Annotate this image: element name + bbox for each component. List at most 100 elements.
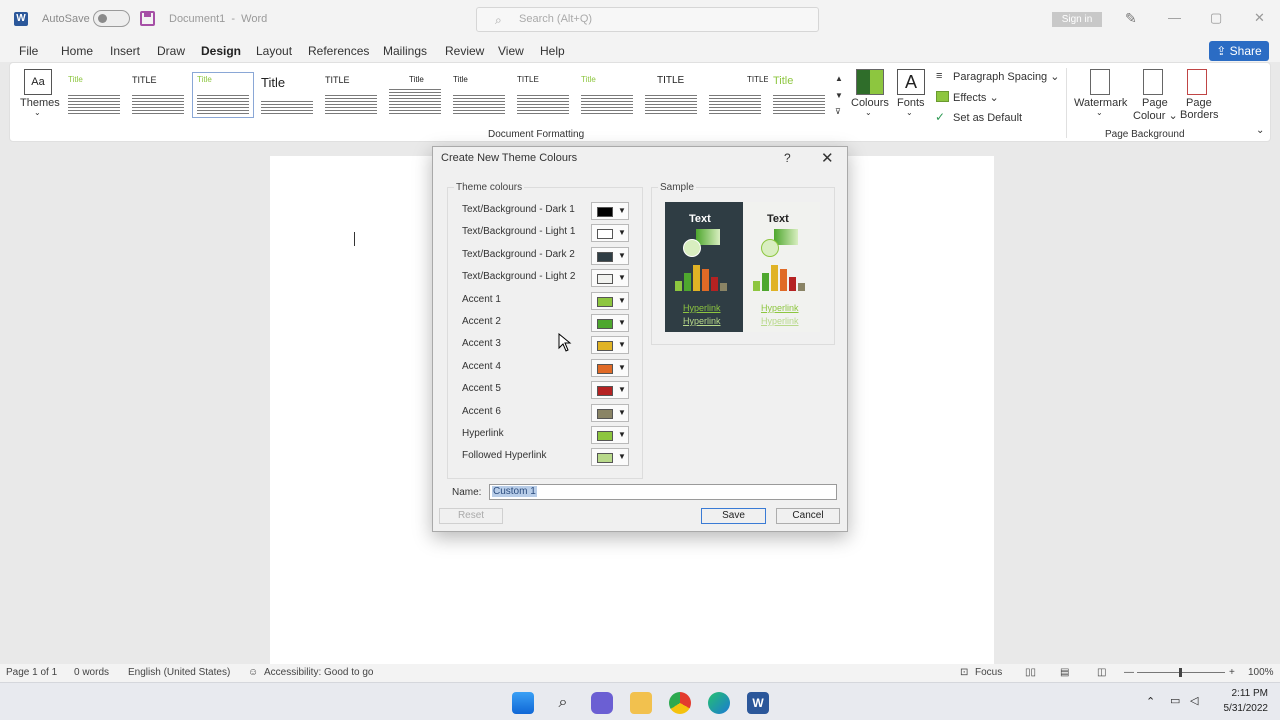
focus-button[interactable]: Focus <box>975 667 1002 678</box>
colour-picker-button[interactable]: ▼ <box>591 358 629 377</box>
language-status[interactable]: English (United States) <box>128 667 230 678</box>
tab-insert[interactable]: Insert <box>110 44 140 58</box>
close-dialog-icon[interactable]: ✕ <box>821 149 834 167</box>
style-set-selected[interactable]: Title <box>192 72 254 118</box>
word-count[interactable]: 0 words <box>74 667 109 678</box>
gallery-scroll-up-icon[interactable]: ▲ <box>835 74 843 83</box>
share-button[interactable]: ⇪ Share <box>1209 41 1269 61</box>
colours-icon[interactable] <box>856 69 884 95</box>
colour-picker-button[interactable]: ▼ <box>591 403 629 422</box>
autosave-toggle[interactable] <box>93 10 130 27</box>
colour-swatch <box>597 341 613 352</box>
reset-button[interactable]: Reset <box>439 508 503 524</box>
colour-picker-button[interactable]: ▼ <box>591 246 629 265</box>
accessibility-status[interactable]: Accessibility: Good to go <box>264 667 374 678</box>
sign-in-button[interactable]: Sign in <box>1052 12 1102 27</box>
tab-view[interactable]: View <box>498 44 524 58</box>
style-set[interactable]: Title <box>448 72 510 118</box>
teams-icon[interactable] <box>591 692 613 714</box>
volume-icon[interactable]: ◁ <box>1190 694 1198 707</box>
watermark-icon[interactable] <box>1090 69 1110 95</box>
page-colour-button[interactable]: Colour ⌄ <box>1133 109 1178 122</box>
sample-preview: Text Hyperlink Hyperlink Text Hyperlink … <box>665 202 820 332</box>
themes-dropdown-icon[interactable]: ⌄ <box>34 108 41 117</box>
colour-picker-button[interactable]: ▼ <box>591 202 629 220</box>
style-set[interactable]: TITLE <box>320 72 382 118</box>
search-box[interactable]: ⌕ Search (Alt+Q) <box>476 7 819 32</box>
chrome-icon[interactable] <box>669 692 691 714</box>
tab-review[interactable]: Review <box>445 44 484 58</box>
style-set[interactable]: Title <box>768 72 830 118</box>
style-set[interactable]: Title <box>384 72 446 118</box>
file-explorer-icon[interactable] <box>630 692 652 714</box>
web-layout-icon[interactable]: ◫ <box>1097 667 1106 678</box>
word-taskbar-icon[interactable]: W <box>747 692 769 714</box>
style-set[interactable]: TITLE <box>512 72 574 118</box>
style-set[interactable]: TITLE <box>640 72 702 118</box>
colour-picker-button[interactable]: ▼ <box>591 314 629 332</box>
close-window-icon[interactable]: ✕ <box>1254 10 1265 26</box>
colour-picker-button[interactable]: ▼ <box>591 426 629 444</box>
collapse-ribbon-icon[interactable]: ⌄ <box>1256 125 1264 136</box>
tab-file[interactable]: File <box>19 44 38 58</box>
print-layout-icon[interactable]: ▤ <box>1060 667 1069 678</box>
theme-colour-row: Accent 3 ▼ <box>448 336 638 355</box>
tab-layout[interactable]: Layout <box>256 44 292 58</box>
cancel-button[interactable]: Cancel <box>776 508 840 524</box>
save-button[interactable]: Save <box>701 508 766 524</box>
pen-icon[interactable]: ✎ <box>1125 10 1137 27</box>
colour-picker-button[interactable]: ▼ <box>591 336 629 355</box>
colour-picker-button[interactable]: ▼ <box>591 291 629 310</box>
page-count[interactable]: Page 1 of 1 <box>6 667 57 678</box>
colours-dropdown-icon[interactable]: ⌄ <box>865 108 872 117</box>
zoom-slider-thumb[interactable] <box>1179 668 1182 677</box>
search-taskbar-icon[interactable]: ⌕ <box>552 692 574 714</box>
minimize-icon[interactable]: — <box>1168 10 1181 25</box>
style-set[interactable]: TITLE <box>704 72 769 118</box>
gallery-scroll-down-icon[interactable]: ▼ <box>835 91 843 100</box>
style-set[interactable]: Title <box>63 72 125 118</box>
colour-picker-button[interactable]: ▼ <box>591 224 629 243</box>
tab-design[interactable]: Design <box>201 44 242 65</box>
fonts-icon[interactable]: A <box>897 69 925 95</box>
page-borders-button[interactable]: Borders <box>1180 109 1219 121</box>
theme-colour-label: Accent 4 <box>462 360 501 372</box>
read-mode-icon[interactable]: ▯▯ <box>1025 667 1036 678</box>
clock-date[interactable]: 5/31/2022 <box>1224 703 1269 714</box>
colour-picker-button[interactable]: ▼ <box>591 448 629 467</box>
edge-icon[interactable] <box>708 692 730 714</box>
page-colour-label-1[interactable]: Page <box>1142 97 1168 109</box>
tab-mailings[interactable]: Mailings <box>383 44 427 58</box>
maximize-icon[interactable]: ▢ <box>1210 10 1222 26</box>
style-set[interactable]: Title <box>256 72 318 118</box>
zoom-in-icon[interactable]: + <box>1229 667 1235 678</box>
watermark-dropdown-icon[interactable]: ⌄ <box>1096 108 1103 117</box>
themes-icon[interactable]: Aa <box>24 69 52 95</box>
paragraph-spacing-button[interactable]: Paragraph Spacing ⌄ <box>953 70 1059 83</box>
set-as-default-button[interactable]: Set as Default <box>953 112 1022 124</box>
style-set[interactable]: TITLE <box>127 72 189 118</box>
page-borders-icon[interactable] <box>1187 69 1207 95</box>
clock-time[interactable]: 2:11 PM <box>1232 688 1269 699</box>
help-button[interactable]: ? <box>784 151 791 165</box>
colour-picker-button[interactable]: ▼ <box>591 269 629 288</box>
save-icon[interactable] <box>140 11 155 26</box>
style-set[interactable]: Title <box>576 72 638 118</box>
tray-chevron-icon[interactable]: ⌃ <box>1146 695 1155 708</box>
sample-hyperlink-dark: Hyperlink <box>683 303 721 313</box>
tab-home[interactable]: Home <box>61 44 93 58</box>
tab-references[interactable]: References <box>308 44 369 58</box>
gallery-more-icon[interactable]: ⊽ <box>835 107 841 116</box>
page-colour-icon[interactable] <box>1143 69 1163 95</box>
colour-picker-button[interactable]: ▼ <box>591 381 629 400</box>
zoom-level[interactable]: 100% <box>1248 667 1274 678</box>
page-borders-label-1[interactable]: Page <box>1186 97 1212 109</box>
fonts-dropdown-icon[interactable]: ⌄ <box>906 108 913 117</box>
zoom-out-icon[interactable]: — <box>1124 667 1134 678</box>
effects-button[interactable]: Effects ⌄ <box>953 91 999 104</box>
network-icon[interactable]: ▭ <box>1170 694 1180 707</box>
start-icon[interactable] <box>512 692 534 714</box>
tab-help[interactable]: Help <box>540 44 565 58</box>
tab-draw[interactable]: Draw <box>157 44 185 58</box>
name-input[interactable]: Custom 1 <box>489 484 837 500</box>
